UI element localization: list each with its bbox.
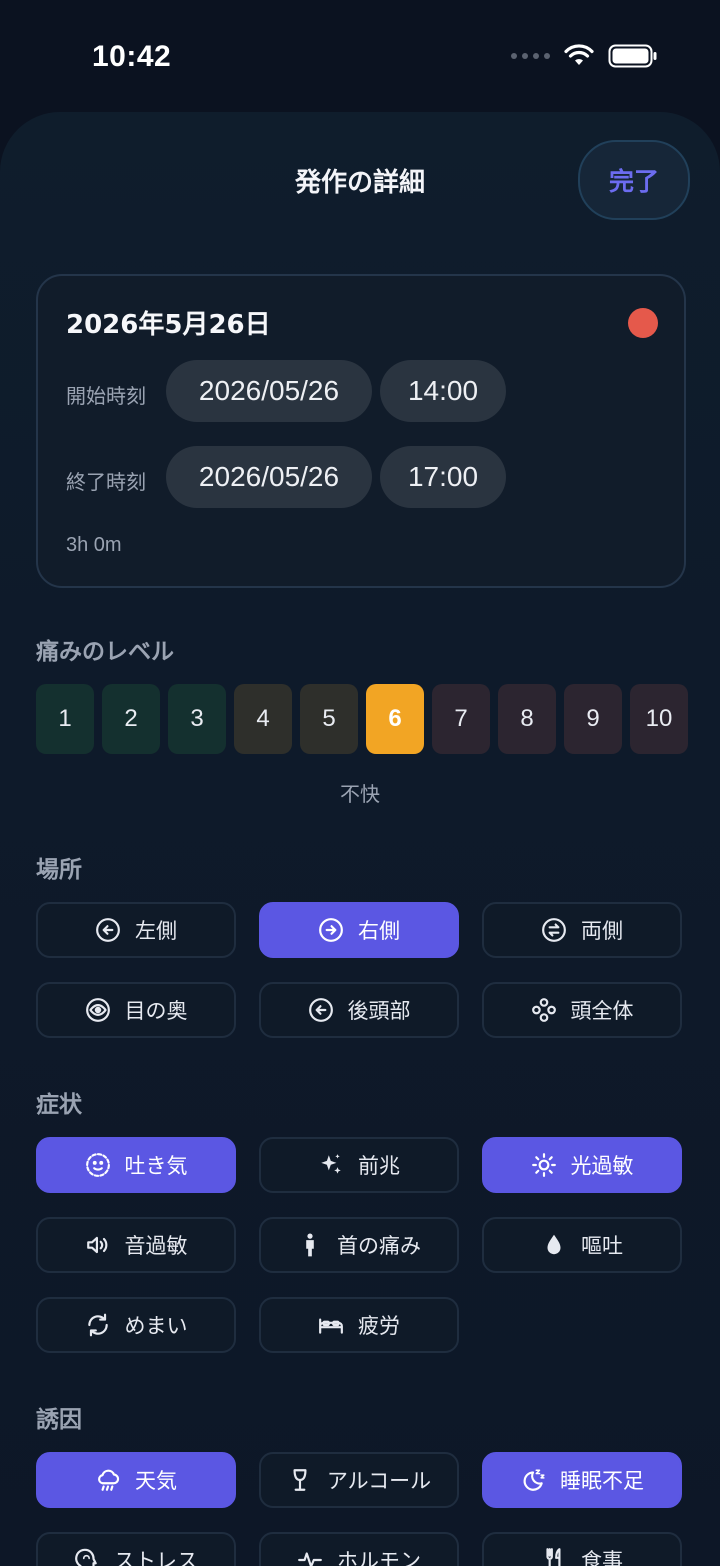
symptoms-chip-label: 嘔吐: [581, 1234, 623, 1258]
status-bar: 10:42: [0, 0, 720, 110]
triggers-chip-4[interactable]: ホルモン: [259, 1532, 459, 1566]
status-time: 10:42: [92, 40, 172, 73]
triggers-chip-label: 食事: [581, 1549, 623, 1566]
triggers-chip-5[interactable]: 食事: [482, 1532, 682, 1566]
pain-level-8[interactable]: 8: [498, 684, 556, 754]
location-chip-label: 左側: [135, 919, 177, 943]
symptoms-chip-4[interactable]: 首の痛み: [259, 1217, 459, 1273]
pain-level-4[interactable]: 4: [234, 684, 292, 754]
symptoms-chip-label: 音過敏: [124, 1234, 188, 1258]
done-button[interactable]: 完了: [578, 140, 690, 220]
start-date-picker[interactable]: 2026/05/26: [166, 360, 372, 422]
symptoms-chip-label: 疲労: [358, 1314, 400, 1338]
episode-detail-sheet: 発作の詳細 完了 2026年5月26日 開始時刻 2026/05/26 14:0…: [0, 112, 720, 1566]
symptoms-chip-1[interactable]: 前兆: [259, 1137, 459, 1193]
end-date-picker[interactable]: 2026/05/26: [166, 446, 372, 508]
symptoms-chip-label: 光過敏: [570, 1154, 634, 1178]
triggers-chip-label: ストレス: [114, 1549, 198, 1566]
pain-level-5[interactable]: 5: [300, 684, 358, 754]
triggers-chip-3[interactable]: ストレス: [36, 1532, 236, 1566]
drop-icon: [541, 1232, 567, 1258]
location-chip-4[interactable]: 後頭部: [259, 982, 459, 1038]
symptoms-chip-5[interactable]: 嘔吐: [482, 1217, 682, 1273]
sparkles-icon: [318, 1152, 344, 1178]
location-chip-label: 目の奥: [124, 999, 188, 1023]
arrow-left-circle-icon: [95, 917, 121, 943]
arrow-left-circle-icon: [308, 997, 334, 1023]
pain-level-1[interactable]: 1: [36, 684, 94, 754]
location-chip-3[interactable]: 目の奥: [36, 982, 236, 1038]
status-icons: [511, 44, 658, 68]
battery-icon: [608, 44, 657, 68]
episode-time-card: 2026年5月26日 開始時刻 2026/05/26 14:00 終了時刻 20…: [36, 274, 686, 588]
status-dot: [628, 308, 658, 338]
location-chip-5[interactable]: 頭全体: [482, 982, 682, 1038]
pain-level-9[interactable]: 9: [564, 684, 622, 754]
pain-level-10[interactable]: 10: [630, 684, 688, 754]
eye-icon: [85, 997, 111, 1023]
symptoms-chip-label: めまい: [124, 1314, 188, 1338]
symptoms-chip-label: 首の痛み: [337, 1234, 421, 1258]
rotate-icon: [85, 1312, 111, 1338]
location-chip-label: 頭全体: [570, 999, 634, 1023]
triggers-chip-0[interactable]: 天気: [36, 1452, 236, 1508]
episode-date-title: 2026年5月26日: [66, 310, 271, 340]
four-circles-icon: [531, 997, 557, 1023]
triggers-title: 誘因: [36, 1407, 82, 1433]
arrow-right-circle-icon: [318, 917, 344, 943]
start-time-picker[interactable]: 14:00: [380, 360, 506, 422]
location-chip-label: 後頭部: [347, 999, 411, 1023]
wine-glass-icon: [287, 1467, 313, 1493]
nausea-face-icon: [85, 1152, 111, 1178]
symptoms-chip-3[interactable]: 音過敏: [36, 1217, 236, 1273]
symptoms-chip-0[interactable]: 吐き気: [36, 1137, 236, 1193]
pain-level-title: 痛みのレベル: [36, 639, 174, 665]
pain-level-3[interactable]: 3: [168, 684, 226, 754]
symptoms-title: 症状: [36, 1092, 82, 1118]
end-time-label: 終了時刻: [66, 470, 146, 494]
location-title: 場所: [36, 857, 82, 883]
speaker-icon: [85, 1232, 111, 1258]
triggers-chip-2[interactable]: 睡眠不足: [482, 1452, 682, 1508]
pain-level-7[interactable]: 7: [432, 684, 490, 754]
pain-level-6[interactable]: 6: [366, 684, 424, 754]
symptoms-chip-7[interactable]: 疲労: [259, 1297, 459, 1353]
pulse-icon: [297, 1547, 323, 1566]
cellular-signal-icon: [511, 53, 550, 59]
pain-level-selector: 1 2 3 4 5 6 7 8 9 10: [36, 684, 688, 754]
end-time-picker[interactable]: 17:00: [380, 446, 506, 508]
symptoms-chip-label: 吐き気: [124, 1154, 188, 1178]
cloud-rain-icon: [95, 1467, 121, 1493]
location-chip-1[interactable]: 右側: [259, 902, 459, 958]
bed-icon: [318, 1312, 344, 1338]
location-chip-label: 両側: [581, 919, 623, 943]
duration-text: 3h 0m: [66, 534, 122, 556]
triggers-chip-label: アルコール: [326, 1469, 432, 1493]
symptoms-chip-2[interactable]: 光過敏: [482, 1137, 682, 1193]
symptoms-chip-6[interactable]: めまい: [36, 1297, 236, 1353]
start-time-label: 開始時刻: [66, 384, 146, 408]
swap-circle-icon: [541, 917, 567, 943]
symptoms-chip-label: 前兆: [358, 1154, 400, 1178]
triggers-chip-label: ホルモン: [337, 1549, 421, 1566]
location-chip-0[interactable]: 左側: [36, 902, 236, 958]
triggers-chip-1[interactable]: アルコール: [259, 1452, 459, 1508]
triggers-chip-label: 天気: [135, 1469, 177, 1493]
location-chip-2[interactable]: 両側: [482, 902, 682, 958]
moon-zzz-icon: [520, 1467, 546, 1493]
person-icon: [297, 1232, 323, 1258]
triggers-chip-label: 睡眠不足: [560, 1469, 644, 1493]
pain-level-caption: 不快: [340, 782, 380, 806]
location-chip-label: 右側: [358, 919, 400, 943]
sun-icon: [531, 1152, 557, 1178]
brain-head-icon: [74, 1547, 100, 1566]
wifi-icon: [564, 44, 594, 65]
pain-level-2[interactable]: 2: [102, 684, 160, 754]
fork-knife-icon: [541, 1547, 567, 1566]
